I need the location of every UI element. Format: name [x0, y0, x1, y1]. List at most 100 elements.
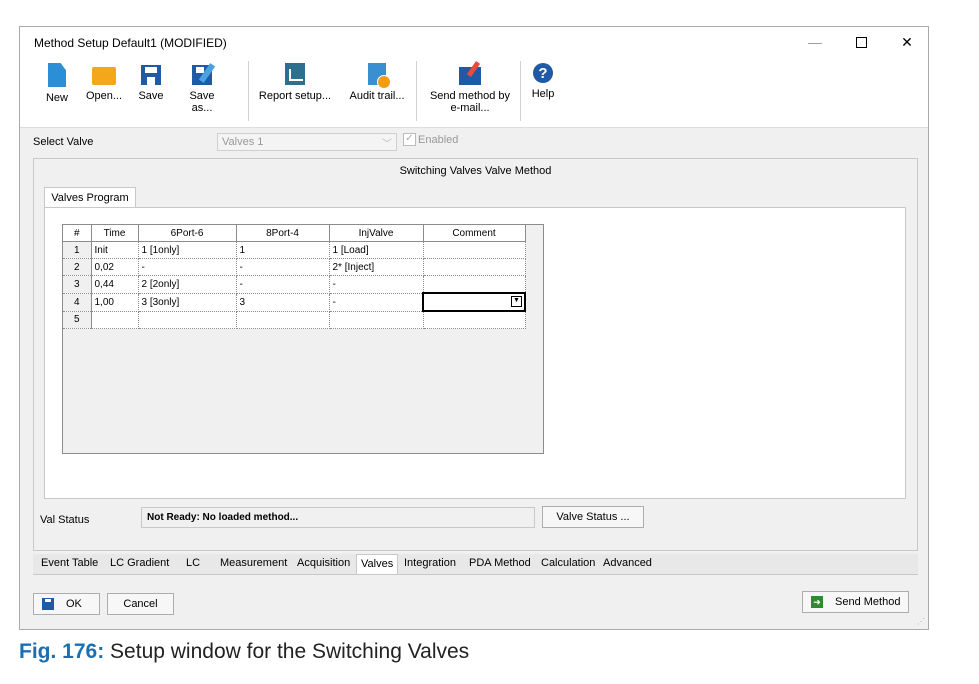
column-header: 6Port-6	[138, 225, 237, 242]
open-button[interactable]: Open...	[84, 59, 124, 123]
select-valve-label: Select Valve	[33, 136, 94, 148]
table-cell[interactable]: 2 [2only]	[138, 275, 237, 294]
maximize-button[interactable]	[838, 27, 884, 57]
table-cell[interactable]	[423, 258, 526, 276]
tab-pda-method[interactable]: PDA Method	[469, 557, 531, 569]
chevron-down-icon: ﹀	[382, 139, 392, 150]
enabled-checkbox[interactable]: ✓	[403, 133, 416, 146]
audit-trail-icon	[368, 63, 391, 89]
toolbar-separator	[520, 61, 521, 121]
row-number: 4	[63, 293, 92, 312]
table-cell[interactable]	[423, 275, 526, 294]
tab-event-table[interactable]: Event Table	[41, 557, 98, 569]
help-label: Help	[531, 88, 555, 100]
cancel-button[interactable]: Cancel	[107, 593, 174, 615]
close-button[interactable]: ✕	[884, 27, 930, 57]
table-cell[interactable]	[423, 311, 526, 329]
resize-grip-icon[interactable]: ⋰	[917, 617, 925, 626]
table-cell[interactable]: 1 [1only]	[138, 241, 237, 259]
close-icon: ✕	[901, 33, 913, 50]
table-cell[interactable]	[329, 311, 424, 329]
table-cell[interactable]: -	[236, 275, 330, 294]
save-icon	[42, 598, 54, 610]
tab-lc-gradient[interactable]: LC Gradient	[110, 557, 169, 569]
row-number: 5	[63, 311, 92, 329]
email-icon	[459, 67, 481, 85]
tab-measurement[interactable]: Measurement	[220, 557, 287, 569]
send-method-button[interactable]: ➜ Send Method	[802, 591, 909, 613]
audit-trail-button[interactable]: Audit trail...	[344, 59, 410, 123]
send-method-label: Send Method	[835, 596, 901, 608]
table-cell[interactable]: -	[329, 275, 424, 294]
column-header: InjValve	[329, 225, 424, 242]
save-as-button[interactable]: Save as...	[178, 59, 226, 123]
table-cell[interactable]: -	[329, 293, 424, 312]
tab-integration[interactable]: Integration	[404, 557, 456, 569]
table-cell[interactable]: 1	[236, 241, 330, 259]
tab-acquisition[interactable]: Acquisition	[297, 557, 350, 569]
tab-lc[interactable]: LC	[186, 557, 200, 569]
folder-icon	[92, 67, 116, 85]
valve-status-button[interactable]: Valve Status ...	[542, 506, 644, 528]
table-cell[interactable]: Init	[91, 241, 139, 259]
tab-advanced[interactable]: Advanced	[603, 557, 652, 569]
table-cell[interactable]: 1,00	[91, 293, 139, 312]
table-cell[interactable]: 1 [Load]	[329, 241, 424, 259]
save-as-icon	[192, 65, 212, 85]
select-valve-dropdown[interactable]: Valves 1 ﹀	[217, 133, 397, 151]
figure-caption: Fig. 176: Setup window for the Switching…	[19, 640, 469, 664]
send-arrow-icon: ➜	[811, 596, 823, 608]
table-row: 3 0,44 2 [2only] - -	[63, 275, 526, 294]
table-cell[interactable]	[138, 311, 237, 329]
audit-trail-label: Audit trail...	[349, 90, 405, 102]
save-label: Save	[138, 90, 164, 102]
enabled-label: Enabled	[418, 134, 459, 146]
valve-program-grid: # Time 6Port-6 8Port-4 InjValve Comment …	[62, 224, 544, 454]
ok-label: OK	[66, 598, 82, 610]
minimize-button[interactable]: —	[792, 27, 838, 57]
table-cell[interactable]: -	[138, 258, 237, 276]
table-cell[interactable]	[91, 311, 139, 329]
send-method-label: Send method by	[429, 90, 511, 102]
table-cell[interactable]: 3	[236, 293, 330, 312]
valve-method-panel: Switching Valves Valve Method Valves Pro…	[33, 158, 918, 551]
table-cell[interactable]: 3 [3only]	[138, 293, 237, 312]
new-button[interactable]: New	[42, 59, 72, 123]
table-cell[interactable]: -	[236, 258, 330, 276]
send-method-email-button[interactable]: Send method by e-mail...	[422, 59, 518, 123]
caption-text: Setup window for the Switching Valves	[110, 640, 470, 663]
column-header: #	[63, 225, 92, 242]
report-setup-button[interactable]: Report setup...	[256, 59, 334, 123]
help-icon: ?	[533, 63, 553, 83]
title-bar: Method Setup Default1 (MODIFIED) — ✕	[20, 27, 928, 57]
val-status-field: Not Ready: No loaded method...	[141, 507, 535, 528]
comment-cell-selected[interactable]: ▼	[422, 292, 526, 312]
table-row: 5	[63, 311, 526, 329]
report-icon	[285, 63, 305, 85]
row-number: 1	[63, 241, 92, 259]
table-cell[interactable]	[236, 311, 330, 329]
row-number: 2	[63, 258, 92, 276]
table-cell[interactable]	[423, 241, 526, 259]
table-cell[interactable]: 0,44	[91, 275, 139, 294]
column-header: 8Port-4	[236, 225, 330, 242]
tab-valves[interactable]: Valves	[356, 554, 399, 574]
ok-button[interactable]: OK	[33, 593, 100, 615]
table-cell[interactable]: 0,02	[91, 258, 139, 276]
tab-calculation[interactable]: Calculation	[541, 557, 595, 569]
panel-title: Switching Valves Valve Method	[399, 165, 552, 177]
save-button[interactable]: Save	[136, 59, 166, 123]
valve-program-table: # Time 6Port-6 8Port-4 InjValve Comment …	[63, 225, 526, 329]
chevron-down-icon[interactable]: ▼	[511, 296, 522, 307]
val-status-label: Val Status	[40, 514, 90, 526]
method-setup-window: Method Setup Default1 (MODIFIED) — ✕ New…	[19, 26, 929, 630]
table-cell[interactable]: 2* [Inject]	[329, 258, 424, 276]
new-file-icon	[48, 63, 66, 87]
send-method-label-2: e-mail...	[450, 102, 490, 114]
toolbar: New Open... Save Save as... Report setup…	[20, 57, 928, 128]
toolbar-separator	[248, 61, 249, 121]
select-valve-value: Valves 1	[222, 136, 264, 148]
table-row: 1 Init 1 [1only] 1 1 [Load]	[63, 241, 526, 259]
tab-valves-program[interactable]: Valves Program	[44, 187, 136, 208]
help-button[interactable]: ? Help	[528, 59, 558, 123]
